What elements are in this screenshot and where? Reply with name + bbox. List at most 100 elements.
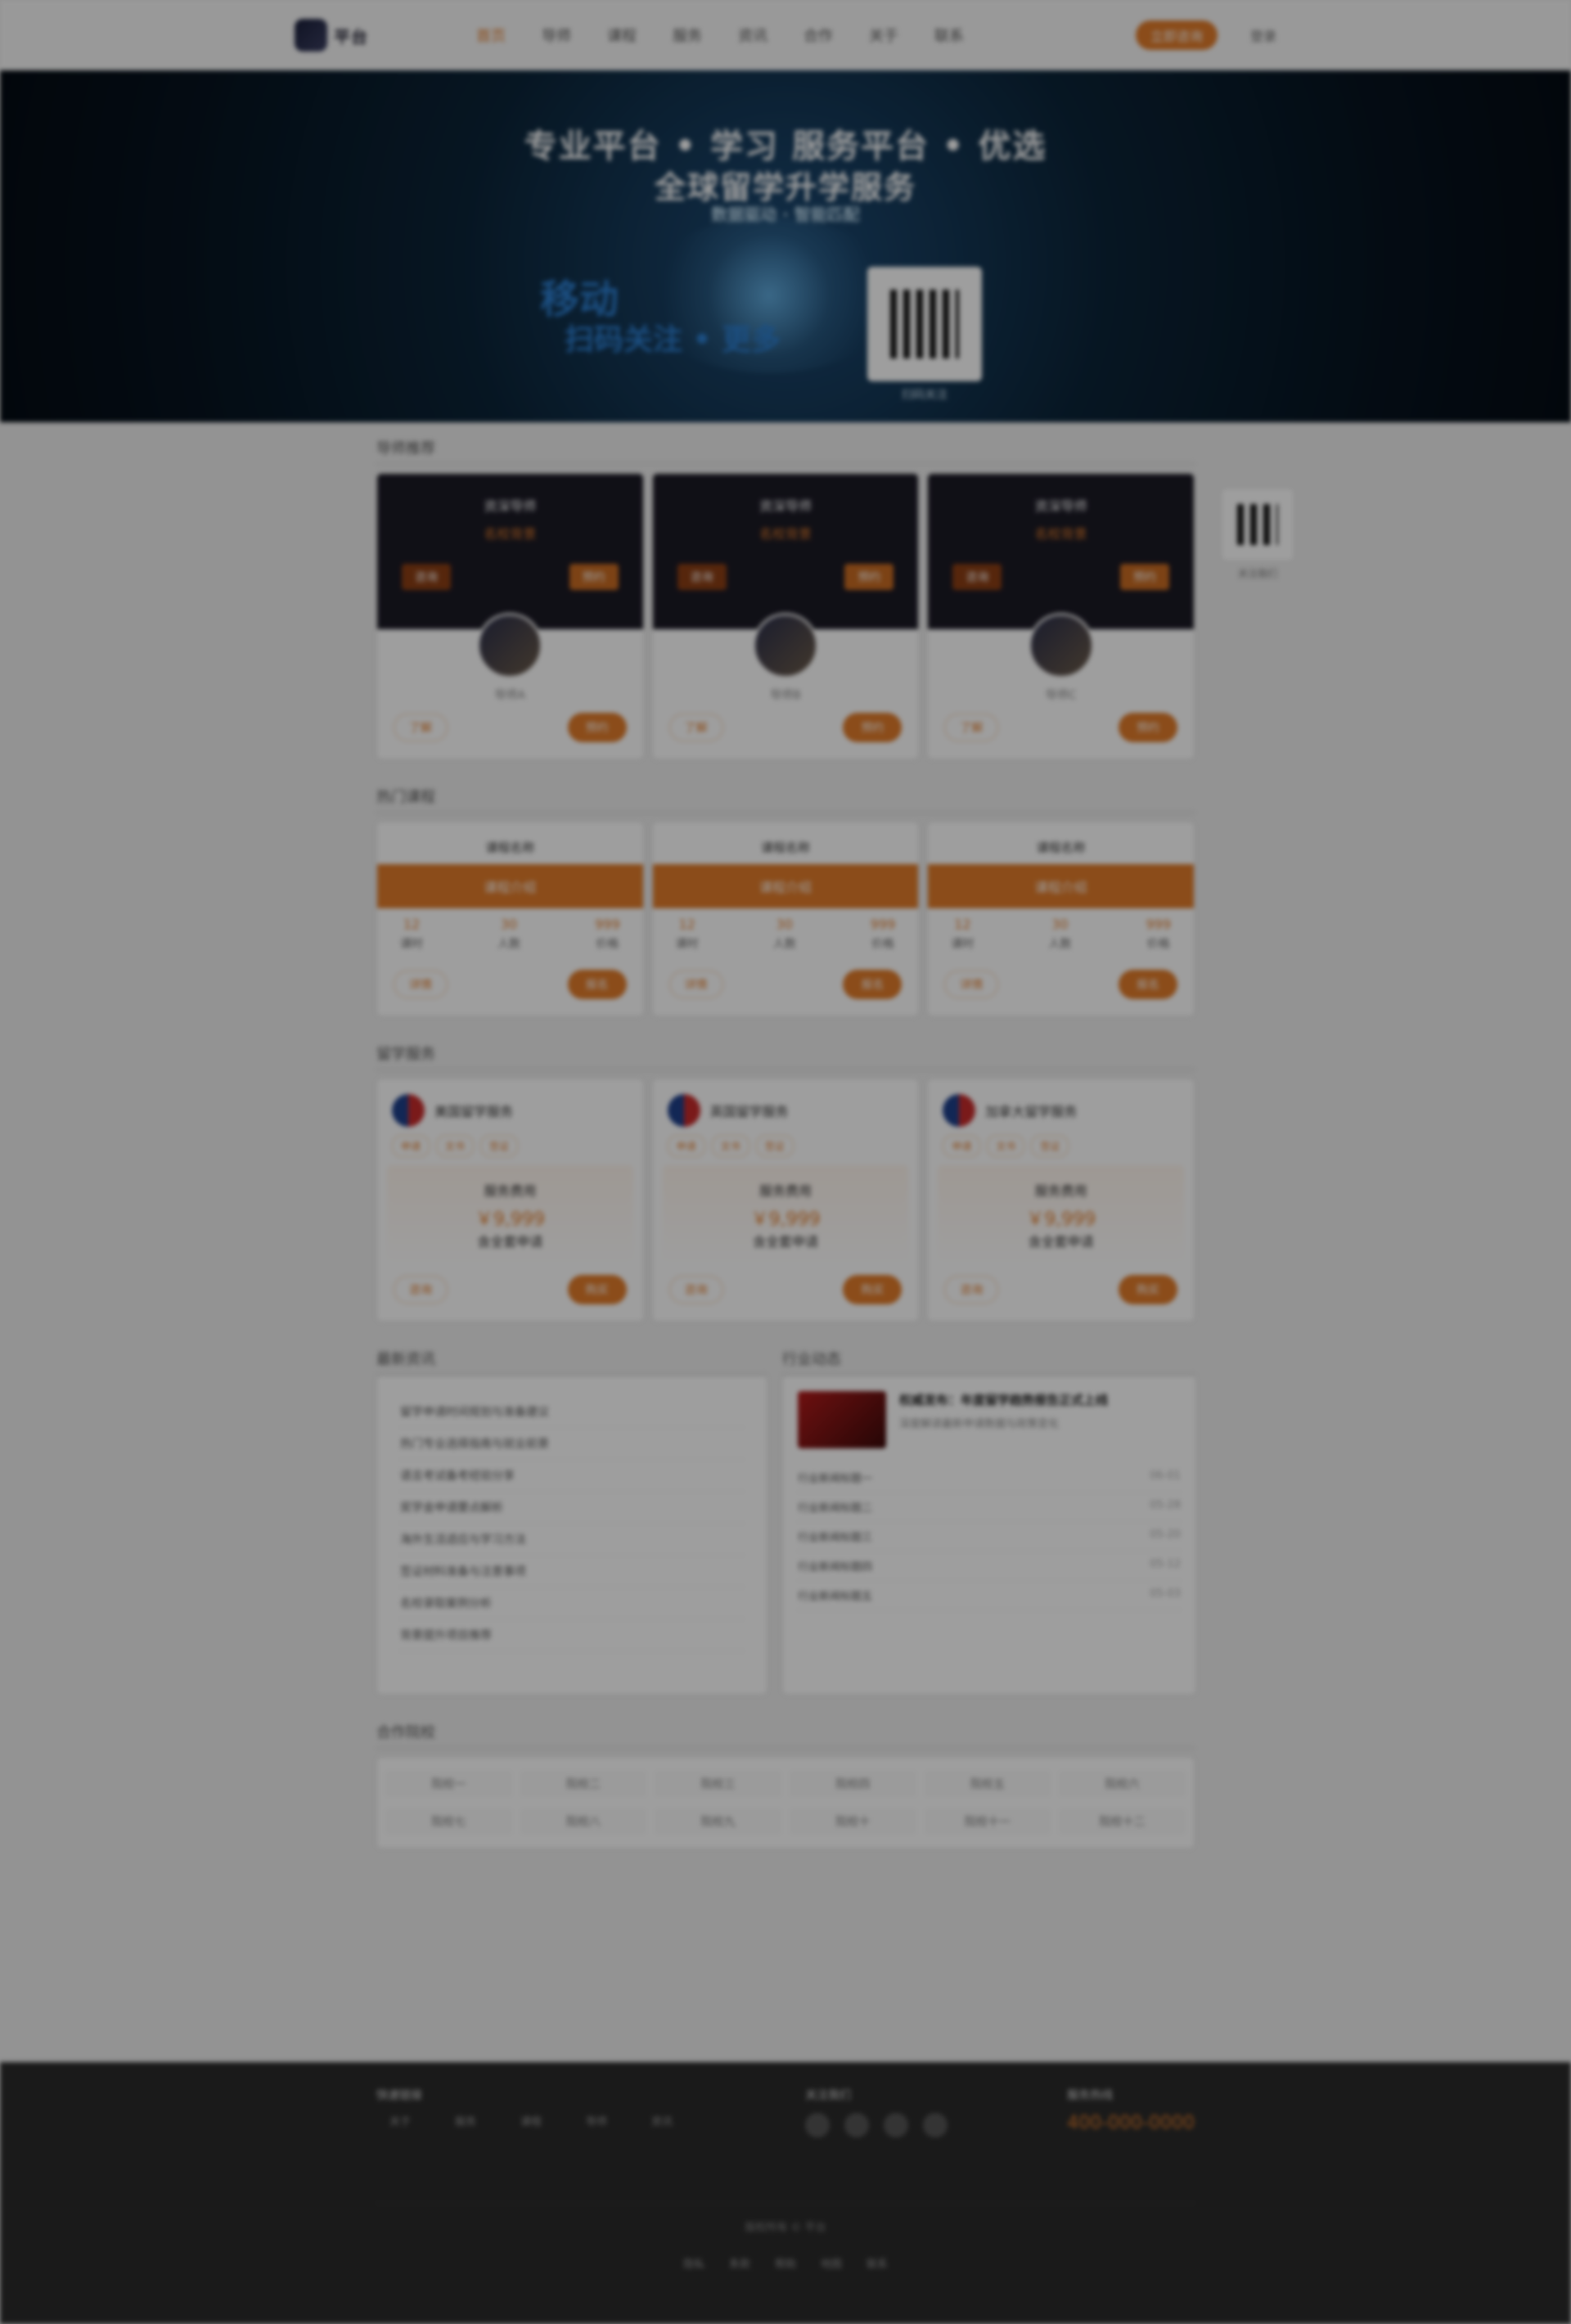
header-cta-button[interactable]: 立即咨询 bbox=[1135, 20, 1218, 50]
partner-logo[interactable]: 院校一 bbox=[385, 1771, 512, 1797]
footer-phone[interactable]: 400-000-0000 bbox=[1067, 2113, 1195, 2133]
service-buy-button[interactable]: 购买 bbox=[1119, 1275, 1178, 1304]
mentor-learn-button[interactable]: 了解 bbox=[668, 714, 723, 741]
course-stat-1: 12 课时 bbox=[400, 917, 423, 952]
footer-link[interactable]: 关于 bbox=[376, 2113, 424, 2128]
service-body: 服务费用 ￥9,999 含全套申请 bbox=[938, 1165, 1185, 1265]
mentor-chip-right[interactable]: 预约 bbox=[569, 564, 619, 590]
service-card[interactable]: 英国留学服务 申请 文书 签证 服务费用 ￥9,999 含全套申请 咨询 购买 bbox=[651, 1079, 920, 1322]
nav-item-6[interactable]: 合作 bbox=[786, 25, 851, 46]
list-item[interactable]: 海外生活适应与学习方法 bbox=[400, 1524, 744, 1556]
footer-bottom-link[interactable]: 帮助 bbox=[775, 2255, 796, 2271]
news-row[interactable]: 行业新闻标题二 05-28 bbox=[798, 1493, 1181, 1522]
service-desc: 含全套申请 bbox=[1028, 1234, 1094, 1250]
footer-link[interactable]: 课程 bbox=[507, 2113, 555, 2128]
list-item[interactable]: 背景提升项目推荐 bbox=[400, 1619, 744, 1651]
mentor-chip-right[interactable]: 预约 bbox=[844, 564, 894, 590]
service-consult-button[interactable]: 咨询 bbox=[394, 1276, 448, 1304]
mentor-book-button[interactable]: 预约 bbox=[567, 713, 627, 742]
side-widget[interactable]: 关注我们 bbox=[1222, 489, 1293, 580]
course-detail-button[interactable]: 详情 bbox=[668, 971, 723, 998]
partner-logo[interactable]: 院校九 bbox=[655, 1808, 781, 1835]
service-consult-button[interactable]: 咨询 bbox=[668, 1276, 723, 1304]
mentor-card[interactable]: 资深导师 名校背景 咨询 预约 导师A 了解 预约 bbox=[376, 473, 644, 759]
partner-logo[interactable]: 院校十一 bbox=[924, 1808, 1051, 1835]
partner-logo[interactable]: 院校二 bbox=[520, 1771, 647, 1797]
mentor-chip-left[interactable]: 咨询 bbox=[952, 564, 1002, 590]
partner-logo[interactable]: 院校四 bbox=[790, 1771, 916, 1797]
mentor-card[interactable]: 资深导师 名校背景 咨询 预约 导师C 了解 预约 bbox=[927, 473, 1195, 759]
mentor-chip-left[interactable]: 咨询 bbox=[677, 564, 727, 590]
social-icon[interactable] bbox=[884, 2113, 909, 2137]
nav-item-7[interactable]: 关于 bbox=[851, 25, 916, 46]
partner-logo[interactable]: 院校六 bbox=[1059, 1771, 1186, 1797]
course-detail-button[interactable]: 详情 bbox=[944, 971, 999, 998]
nav-item-8[interactable]: 联系 bbox=[916, 25, 982, 46]
news-row[interactable]: 行业新闻标题三 05-20 bbox=[798, 1522, 1181, 1552]
course-enroll-button[interactable]: 报名 bbox=[1119, 970, 1178, 999]
service-body: 服务费用 ￥9,999 含全套申请 bbox=[387, 1165, 633, 1265]
news-row-date: 06-01 bbox=[1150, 1470, 1181, 1482]
service-consult-button[interactable]: 咨询 bbox=[944, 1276, 999, 1304]
partner-logo[interactable]: 院校七 bbox=[385, 1808, 512, 1835]
course-actions: 详情 报名 bbox=[377, 960, 643, 1016]
list-item[interactable]: 热门专业选择指南与就业前景 bbox=[400, 1428, 744, 1460]
mentor-chip-right[interactable]: 预约 bbox=[1120, 564, 1170, 590]
nav-item-4[interactable]: 服务 bbox=[655, 25, 720, 46]
login-link[interactable]: 登录 bbox=[1250, 25, 1276, 45]
mentor-actions: 了解 预约 bbox=[928, 703, 1194, 759]
mentor-card[interactable]: 资深导师 名校背景 咨询 预约 导师B 了解 预约 bbox=[651, 473, 920, 759]
partner-logo[interactable]: 院校十二 bbox=[1059, 1808, 1186, 1835]
stat-value: 30 bbox=[776, 917, 793, 932]
news-row[interactable]: 行业新闻标题五 05-03 bbox=[798, 1581, 1181, 1610]
service-card[interactable]: 美国留学服务 申请 文书 签证 服务费用 ￥9,999 含全套申请 咨询 购买 bbox=[376, 1079, 644, 1322]
news-row[interactable]: 行业新闻标题四 05-12 bbox=[798, 1552, 1181, 1581]
footer-link[interactable]: 服务 bbox=[442, 2113, 489, 2128]
course-detail-button[interactable]: 详情 bbox=[394, 971, 448, 998]
mentor-book-button[interactable]: 预约 bbox=[1119, 713, 1178, 742]
footer-bottom-link[interactable]: 隐私 bbox=[683, 2255, 704, 2271]
social-icon[interactable] bbox=[923, 2113, 948, 2137]
mentor-card-banner: 资深导师 名校背景 咨询 预约 bbox=[928, 474, 1195, 629]
service-card[interactable]: 加拿大留学服务 申请 文书 签证 服务费用 ￥9,999 含全套申请 咨询 购买 bbox=[927, 1079, 1195, 1322]
mentor-learn-button[interactable]: 了解 bbox=[394, 714, 448, 741]
news-featured[interactable]: 权威发布：年度留学趋势报告正式上线 深度解读最新申请数据与政策变化 bbox=[783, 1376, 1195, 1463]
list-item[interactable]: 语言考试备考经验分享 bbox=[400, 1460, 744, 1492]
footer-bottom-link[interactable]: 地图 bbox=[821, 2255, 842, 2271]
news-row[interactable]: 行业新闻标题一 06-01 bbox=[798, 1463, 1181, 1493]
qr-pattern bbox=[890, 290, 959, 358]
footer-link[interactable]: 资讯 bbox=[638, 2113, 686, 2128]
footer-bottom-link[interactable]: 条款 bbox=[729, 2255, 750, 2271]
footer-link[interactable]: 导师 bbox=[573, 2113, 620, 2128]
nav-item-2[interactable]: 导师 bbox=[524, 25, 589, 46]
list-item[interactable]: 名校录取案例分析 bbox=[400, 1588, 744, 1619]
news-row-title: 行业新闻标题五 bbox=[798, 1591, 873, 1603]
course-card[interactable]: 课程名称 课程介绍 12 课时 30 人数 999 价格 详情 报名 bbox=[651, 822, 920, 1016]
mentor-learn-button[interactable]: 了解 bbox=[944, 714, 999, 741]
course-enroll-button[interactable]: 报名 bbox=[567, 970, 627, 999]
course-card[interactable]: 课程名称 课程介绍 12 课时 30 人数 999 价格 详情 报名 bbox=[927, 822, 1195, 1016]
service-buy-button[interactable]: 购买 bbox=[843, 1275, 903, 1304]
partner-logo[interactable]: 院校五 bbox=[924, 1771, 1051, 1797]
partner-logo[interactable]: 院校十 bbox=[790, 1808, 916, 1835]
mentor-book-button[interactable]: 预约 bbox=[843, 713, 903, 742]
news-column: 行业动态 权威发布：年度留学趋势报告正式上线 深度解读最新申请数据与政策变化 行… bbox=[782, 1336, 1196, 1695]
partner-logo[interactable]: 院校八 bbox=[520, 1808, 647, 1835]
mentor-chip-left[interactable]: 咨询 bbox=[402, 564, 451, 590]
partner-logo[interactable]: 院校三 bbox=[655, 1771, 781, 1797]
list-item[interactable]: 奖学金申请要点解析 bbox=[400, 1492, 744, 1524]
social-icon[interactable] bbox=[805, 2113, 831, 2137]
nav-item-5[interactable]: 资讯 bbox=[720, 25, 786, 46]
mentor-chip-row: 咨询 预约 bbox=[928, 543, 1194, 590]
nav-item-1[interactable]: 首页 bbox=[458, 25, 524, 46]
list-item[interactable]: 留学申请时间规划与准备建议 bbox=[400, 1396, 744, 1428]
service-buy-button[interactable]: 购买 bbox=[567, 1275, 627, 1304]
course-enroll-button[interactable]: 报名 bbox=[843, 970, 903, 999]
social-icon[interactable] bbox=[844, 2113, 870, 2137]
nav-item-3[interactable]: 课程 bbox=[589, 25, 655, 46]
course-card[interactable]: 课程名称 课程介绍 12 课时 30 人数 999 价格 详情 报名 bbox=[376, 822, 644, 1016]
avatar bbox=[477, 613, 543, 678]
footer-bottom-link[interactable]: 联系 bbox=[867, 2255, 888, 2271]
logo[interactable]: 平台 bbox=[295, 19, 434, 52]
list-item[interactable]: 签证材料准备与注意事项 bbox=[400, 1556, 744, 1588]
